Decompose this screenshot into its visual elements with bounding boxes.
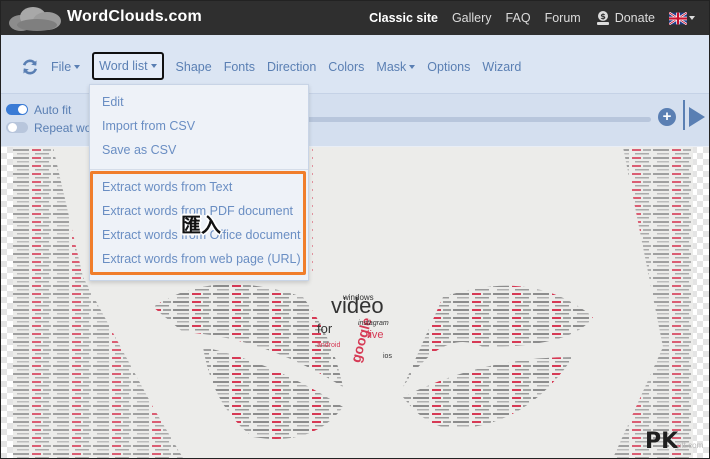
svg-text:$: $	[600, 12, 606, 21]
auto-fit-toggle[interactable]	[6, 104, 28, 115]
play-icon[interactable]	[689, 107, 705, 127]
menu-mask-label: Mask	[376, 60, 407, 74]
menu-word-list-label: Word list	[99, 59, 148, 73]
cloud-word: instagram	[358, 320, 389, 327]
menu-wizard[interactable]: Wizard	[482, 60, 521, 74]
menu-options[interactable]: Options	[427, 60, 470, 74]
menu-mask[interactable]: Mask	[376, 60, 416, 74]
annotation-label: 匯入	[181, 213, 221, 237]
menu-file-label: File	[51, 60, 72, 74]
cloud-word: windows	[343, 293, 374, 302]
auto-fit-label: Auto fit	[34, 103, 72, 117]
donate-icon: $	[596, 11, 609, 25]
nav-donate-label: Donate	[614, 11, 655, 25]
app-window: WordClouds.com Classic site Gallery FAQ …	[0, 0, 710, 459]
chevron-down-icon	[74, 65, 81, 69]
menu-file[interactable]: File	[51, 60, 81, 74]
menu-colors[interactable]: Colors	[328, 60, 364, 74]
watermark-logo: PK	[645, 429, 679, 454]
zoom-slider-track[interactable]	[301, 117, 651, 122]
menu-word-list[interactable]: Word list	[92, 52, 164, 80]
repeat-words-label: Repeat wo	[34, 121, 92, 135]
cloud-word: live	[367, 329, 384, 341]
nav-forum[interactable]: Forum	[545, 11, 581, 25]
nav-donate[interactable]: $ Donate	[595, 10, 655, 26]
refresh-icon[interactable]	[21, 58, 39, 76]
chevron-down-icon	[150, 64, 157, 68]
divider	[683, 100, 685, 130]
chevron-down-icon	[689, 16, 695, 20]
repeat-words-toggle[interactable]	[6, 122, 28, 133]
menu-divider	[90, 169, 308, 170]
language-selector[interactable]	[669, 11, 695, 25]
menu-shape[interactable]: Shape	[176, 60, 212, 74]
menu-direction[interactable]: Direction	[267, 60, 316, 74]
site-nav: Classic site Gallery FAQ Forum $ Donate	[369, 10, 695, 26]
zoom-in-button[interactable]: +	[658, 108, 676, 126]
chevron-down-icon	[409, 65, 416, 69]
menu-item-edit[interactable]: Edit	[102, 95, 124, 109]
cloud-word: ios	[383, 353, 392, 360]
nav-gallery[interactable]: Gallery	[452, 11, 492, 25]
menu-item-save-csv[interactable]: Save as CSV	[102, 143, 176, 157]
menu-item-import-csv[interactable]: Import from CSV	[102, 119, 195, 133]
top-navbar: WordClouds.com Classic site Gallery FAQ …	[1, 1, 709, 35]
brand-name[interactable]: WordClouds.com	[67, 8, 202, 26]
menu-fonts[interactable]: Fonts	[224, 60, 255, 74]
nav-faq[interactable]: FAQ	[506, 11, 531, 25]
cloud-logo-icon[interactable]	[7, 4, 65, 32]
cloud-word: android	[317, 342, 341, 349]
watermark-subtext: ptt.com	[677, 441, 704, 450]
cloud-word: for	[317, 321, 333, 336]
nav-classic-site[interactable]: Classic site	[369, 11, 438, 25]
uk-flag-icon	[669, 11, 687, 25]
